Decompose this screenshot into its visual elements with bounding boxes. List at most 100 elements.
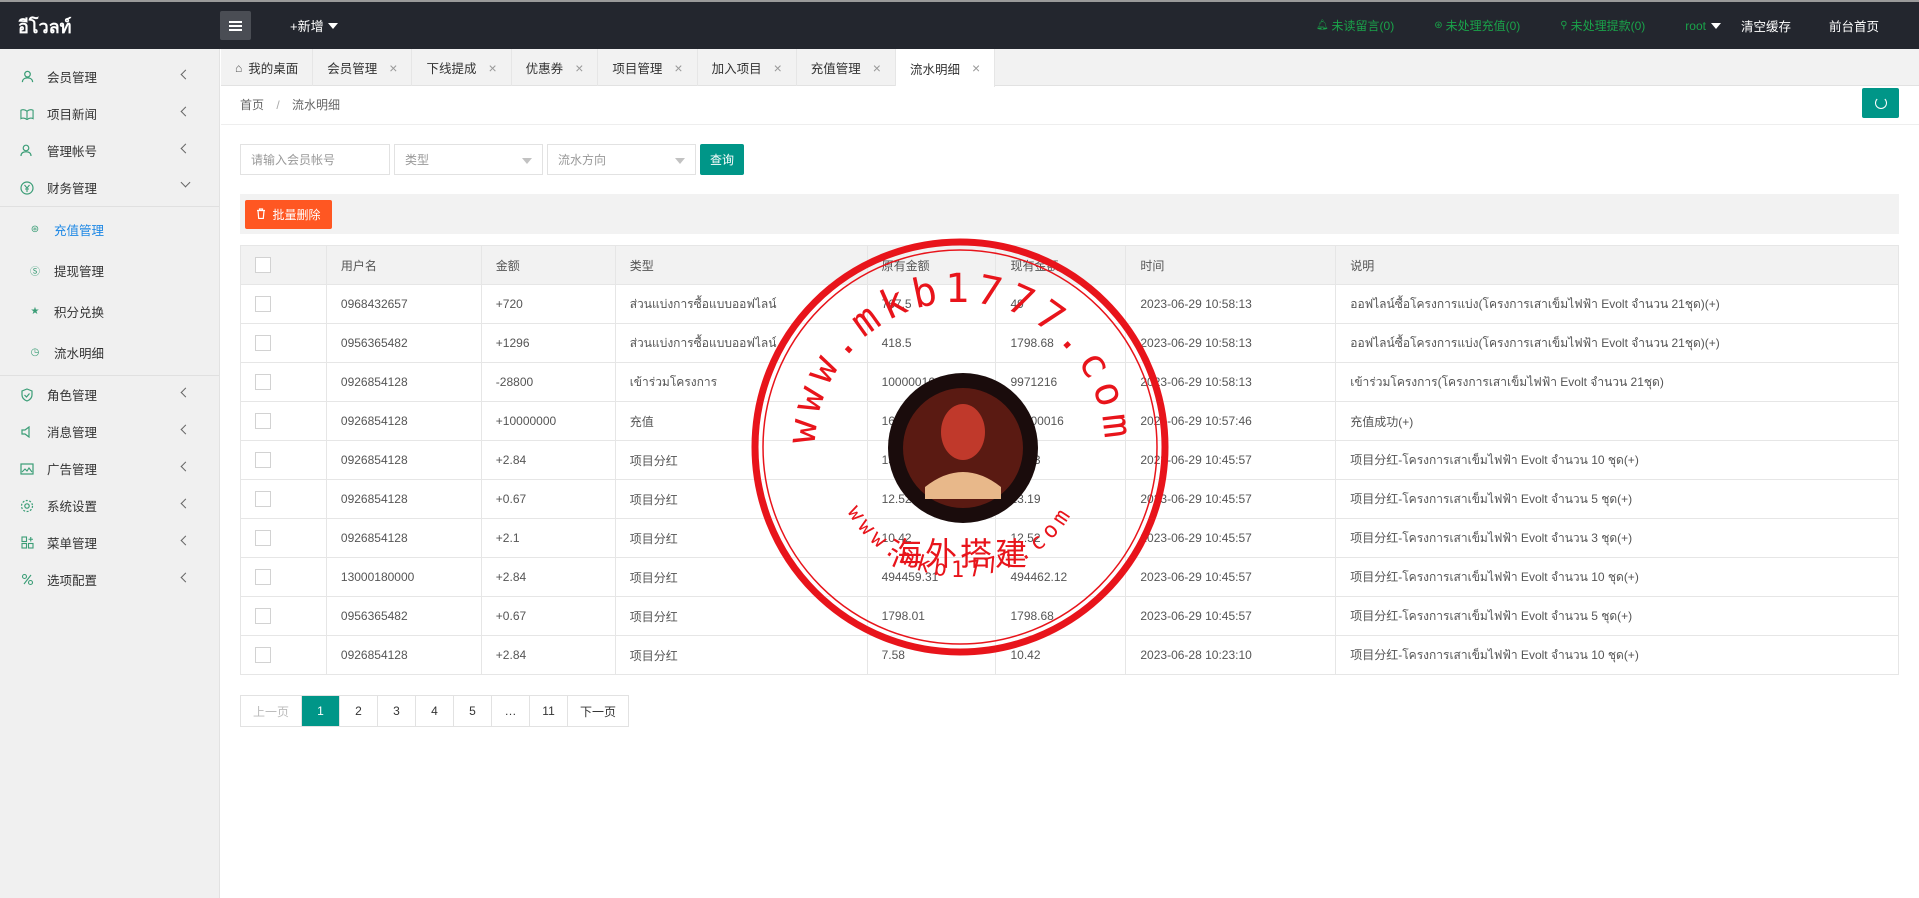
sidebar-item-ads[interactable]: 广告管理: [0, 450, 219, 487]
location-icon: ⚲: [1560, 20, 1568, 31]
chevron-left-icon: [180, 461, 191, 472]
column-header: 类型: [614, 245, 868, 285]
tab-recharge-management[interactable]: 充值管理 ×: [797, 49, 896, 86]
row-checkbox[interactable]: [255, 296, 271, 312]
sidebar-item-admin-accounts[interactable]: 管理帐号: [0, 132, 219, 169]
account-search-input[interactable]: 请输入会员帐号: [240, 144, 390, 175]
page-button-3[interactable]: 3: [378, 696, 417, 726]
app-logo[interactable]: อีโวลท์: [18, 12, 71, 41]
chevron-left-icon: [180, 69, 191, 80]
page-button-4[interactable]: 4: [416, 696, 455, 726]
sidebar-item-finance[interactable]: 财务管理: [0, 169, 219, 206]
star-icon: ★: [30, 306, 40, 317]
sidebar-item-menus[interactable]: 菜单管理: [0, 524, 219, 561]
close-icon[interactable]: ×: [488, 60, 496, 76]
tab-project-management[interactable]: 项目管理 ×: [598, 49, 698, 86]
query-button[interactable]: 查询: [700, 144, 744, 175]
row-checkbox[interactable]: [255, 569, 271, 585]
direction-select[interactable]: 流水方向: [547, 144, 696, 175]
tab-coupons[interactable]: 优惠券 ×: [512, 49, 599, 86]
close-icon[interactable]: ×: [972, 60, 980, 76]
pending-recharge-link[interactable]: ⊛ 未处理充值(0): [1434, 17, 1520, 34]
unread-messages-link[interactable]: 🔔︎ 未读留言(0): [1316, 17, 1394, 34]
row-checkbox[interactable]: [255, 530, 271, 546]
clear-cache-button[interactable]: 清空缓存: [1741, 16, 1791, 35]
sidebar-item-roles[interactable]: 角色管理: [0, 376, 219, 413]
tab-label: 下线提成: [426, 62, 477, 76]
username-cell: 0926854128: [325, 635, 482, 675]
sidebar-item-messages[interactable]: 消息管理: [0, 413, 219, 450]
clock-icon: ◷: [30, 347, 40, 358]
row-checkbox[interactable]: [255, 452, 271, 468]
sidebar-item-label: 充值管理: [54, 224, 105, 238]
row-checkbox[interactable]: [255, 491, 271, 507]
menu-grid-icon: [20, 536, 34, 550]
sidebar-item-member[interactable]: 会员管理: [0, 58, 219, 95]
sidebar-item-withdraw[interactable]: Ⓢ 提现管理: [0, 250, 219, 291]
pending-withdraw-link[interactable]: ⚲ 未处理提款(0): [1560, 17, 1645, 34]
row-checkbox[interactable]: [255, 608, 271, 624]
page-button-2[interactable]: 2: [340, 696, 379, 726]
current-amount-cell: 10000016: [995, 401, 1127, 441]
amount-cell: +0.67: [480, 596, 616, 636]
refresh-button[interactable]: [1862, 88, 1899, 118]
column-header: 说明: [1335, 245, 1899, 285]
prev-page-button[interactable]: 上一页: [241, 696, 303, 726]
finance-submenu: ⊛ 充值管理 Ⓢ 提现管理 ★ 积分兑换 ◷ 流水明细: [0, 206, 219, 376]
speaker-icon: [20, 425, 34, 439]
shield-icon: [20, 387, 34, 402]
new-dropdown-button[interactable]: +新增: [290, 16, 338, 35]
close-icon[interactable]: ×: [774, 60, 782, 76]
sidebar-item-options[interactable]: 选项配置: [0, 561, 219, 598]
page-button-11[interactable]: 11: [530, 696, 569, 726]
page-button-1[interactable]: 1: [302, 696, 341, 726]
type-cell: 项目分红: [614, 557, 868, 597]
username-cell: 0968432657: [325, 284, 482, 324]
description-cell: 项目分红-โครงการเสาเข็มไฟฟ้า Evolt จำนวน 10 …: [1335, 440, 1899, 480]
username-cell: 0926854128: [325, 479, 482, 519]
type-cell: ส่วนแบ่งการซื้อแบบออฟไลน์: [614, 284, 868, 324]
row-checkbox[interactable]: [255, 374, 271, 390]
tab-join-project[interactable]: 加入项目 ×: [698, 49, 797, 86]
close-icon[interactable]: ×: [389, 60, 397, 76]
row-checkbox[interactable]: [255, 647, 271, 663]
sidebar-item-label: 积分兑换: [54, 306, 105, 320]
tab-member-management[interactable]: 会员管理 ×: [313, 49, 413, 86]
batch-delete-button[interactable]: 批量删除: [245, 200, 332, 229]
sidebar-item-flow-details[interactable]: ◷ 流水明细: [0, 332, 219, 373]
close-icon[interactable]: ×: [674, 60, 682, 76]
front-home-button[interactable]: 前台首页: [1829, 16, 1879, 35]
row-checkbox[interactable]: [255, 413, 271, 429]
next-page-button[interactable]: 下一页: [568, 696, 629, 726]
tab-flow-details[interactable]: 流水明细 ×: [895, 49, 996, 87]
close-icon[interactable]: ×: [873, 60, 881, 76]
breadcrumb-separator: /: [276, 98, 280, 112]
sidebar-item-label: 流水明细: [54, 347, 105, 361]
username: root: [1685, 18, 1706, 33]
sidebar-item-points-exchange[interactable]: ★ 积分兑换: [0, 291, 219, 332]
options-icon: [20, 573, 34, 587]
book-icon: [20, 107, 34, 121]
row-checkbox[interactable]: [255, 335, 271, 351]
description-cell: 项目分红-โครงการเสาเข็มไฟฟ้า Evolt จำนวน 5 ช…: [1335, 596, 1899, 636]
column-header: 用户名: [325, 245, 482, 285]
page-button-5[interactable]: 5: [454, 696, 493, 726]
time-cell: 2023-06-29 10:45:57: [1125, 440, 1337, 480]
sidebar-item-settings[interactable]: 系统设置: [0, 487, 219, 524]
current-amount-cell: 494462.12: [995, 557, 1127, 597]
type-cell: 项目分红: [614, 635, 868, 675]
tab-downline-commission[interactable]: 下线提成 ×: [412, 49, 512, 86]
sidebar-item-news[interactable]: 项目新闻: [0, 95, 219, 132]
menu-toggle-button[interactable]: [220, 11, 251, 40]
table-row: 0956365482 +0.67 项目分红 1798.01 1798.68 2023-06…: [240, 596, 1899, 636]
select-all-checkbox[interactable]: [255, 257, 271, 273]
sidebar-item-label: 系统设置: [47, 500, 98, 514]
breadcrumb-home[interactable]: 首页: [240, 98, 264, 112]
sidebar-item-recharge[interactable]: ⊛ 充值管理: [0, 209, 219, 250]
close-icon[interactable]: ×: [575, 60, 583, 76]
row-select-cell: [240, 440, 327, 480]
type-select[interactable]: 类型: [394, 144, 543, 175]
tab-my-desktop[interactable]: ⌂ 我的桌面: [221, 49, 314, 86]
user-menu[interactable]: root: [1685, 19, 1721, 33]
gear-icon: [20, 499, 34, 513]
